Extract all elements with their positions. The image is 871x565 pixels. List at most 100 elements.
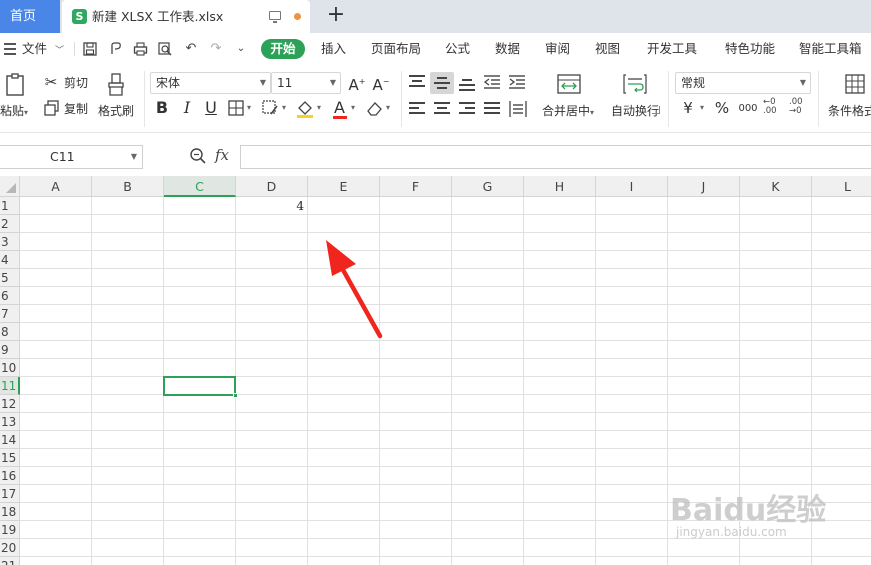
row-header-1[interactable]: 1 (0, 197, 20, 215)
copy-button[interactable]: 复制 (42, 99, 92, 117)
print-icon[interactable] (133, 42, 148, 56)
active-cell-selection[interactable] (163, 376, 238, 398)
font-size-select[interactable]: 11 ▼ (271, 72, 341, 94)
merge-center-button[interactable]: 合并居中▾ (538, 71, 602, 125)
underline-button[interactable]: U (202, 99, 220, 117)
paste-button[interactable]: 粘贴▾ (0, 71, 36, 125)
align-right-icon[interactable] (459, 102, 475, 116)
row-header-10[interactable]: 10 (0, 359, 20, 377)
row-header-11[interactable]: 11 (0, 377, 20, 395)
monitor-icon[interactable] (269, 11, 281, 23)
fill-handle[interactable] (233, 393, 238, 398)
undo-icon[interactable]: ↶ (184, 42, 198, 56)
row-header-14[interactable]: 14 (0, 431, 20, 449)
align-bottom-icon[interactable] (459, 79, 475, 91)
home-tab[interactable]: 首页 (0, 0, 60, 33)
row-header-2[interactable]: 2 (0, 215, 20, 233)
menu-tab-smart-toolbox[interactable]: 智能工具箱 (799, 33, 862, 65)
insert-function-icon[interactable]: fx (215, 146, 229, 164)
font-color-button[interactable]: A ▾ (332, 98, 360, 120)
distributed-align-icon[interactable] (509, 101, 527, 117)
align-left-icon[interactable] (409, 102, 425, 116)
column-header-a[interactable]: A (20, 176, 92, 197)
column-header-f[interactable]: F (380, 176, 452, 197)
column-header-c[interactable]: C (164, 176, 236, 197)
thousands-separator-button[interactable]: 000 (736, 100, 760, 118)
increase-indent-icon[interactable] (509, 75, 525, 89)
select-all-corner[interactable] (0, 176, 20, 197)
name-box[interactable]: C11 ▼ (0, 145, 143, 169)
redo-icon[interactable]: ↷ (209, 42, 223, 56)
conditional-format-button[interactable]: 条件格式 (824, 71, 871, 125)
increase-decimal-icon[interactable]: ←0.00 (763, 98, 785, 120)
row-header-6[interactable]: 6 (0, 287, 20, 305)
output-pdf-icon[interactable] (109, 42, 123, 56)
save-icon[interactable] (83, 42, 97, 56)
column-header-l[interactable]: L (812, 176, 871, 197)
menu-tab-view[interactable]: 视图 (595, 33, 620, 65)
justify-icon[interactable] (484, 102, 500, 116)
row-header-18[interactable]: 18 (0, 503, 20, 521)
column-header-g[interactable]: G (452, 176, 524, 197)
italic-button[interactable]: I (178, 99, 196, 117)
wrap-text-button[interactable]: 自动换行 (608, 71, 664, 125)
decrease-decimal-icon[interactable]: .00 →0 (789, 98, 811, 120)
row-header-16[interactable]: 16 (0, 467, 20, 485)
row-header-8[interactable]: 8 (0, 323, 20, 341)
row-header-5[interactable]: 5 (0, 269, 20, 287)
align-middle-icon[interactable] (434, 77, 450, 89)
fill-color-button[interactable]: ▾ (296, 100, 326, 120)
menu-tab-formulas[interactable]: 公式 (445, 33, 470, 65)
row-header-3[interactable]: 3 (0, 233, 20, 251)
row-header-4[interactable]: 4 (0, 251, 20, 269)
row-header-13[interactable]: 13 (0, 413, 20, 431)
document-tab[interactable]: S 新建 XLSX 工作表.xlsx (62, 0, 310, 33)
cell-style-button[interactable]: ▾ (262, 100, 290, 118)
increase-font-size-icon[interactable]: A+ (347, 73, 367, 94)
column-header-h[interactable]: H (524, 176, 596, 197)
column-header-b[interactable]: B (92, 176, 164, 197)
row-header-15[interactable]: 15 (0, 449, 20, 467)
clear-button[interactable]: ▾ (366, 100, 394, 118)
customize-toolbar-icon[interactable]: ⌄ (234, 42, 248, 56)
row-header-7[interactable]: 7 (0, 305, 20, 323)
row-header-17[interactable]: 17 (0, 485, 20, 503)
menu-tab-start[interactable]: 开始 (261, 39, 305, 59)
menu-tab-special-features[interactable]: 特色功能 (725, 33, 775, 65)
currency-format-button[interactable]: ¥ ▾ (680, 99, 708, 117)
decrease-font-size-icon[interactable]: A− (371, 73, 391, 94)
alignment-settings-icon[interactable] (652, 106, 660, 114)
row-header-21[interactable]: 21 (0, 557, 20, 565)
column-header-d[interactable]: D (236, 176, 308, 197)
row-header-12[interactable]: 12 (0, 395, 20, 413)
percent-format-button[interactable]: % (714, 99, 730, 117)
formula-input[interactable] (240, 145, 871, 169)
bold-button[interactable]: B (153, 99, 171, 117)
search-icon[interactable] (189, 147, 207, 165)
decrease-indent-icon[interactable] (483, 75, 500, 89)
menu-tab-insert[interactable]: 插入 (321, 33, 346, 65)
font-name-select[interactable]: 宋体 ▼ (150, 72, 271, 94)
menu-tab-data[interactable]: 数据 (495, 33, 520, 65)
align-center-icon[interactable] (434, 102, 450, 116)
column-header-e[interactable]: E (308, 176, 380, 197)
file-menu[interactable]: 文件 ﹀ (22, 33, 64, 67)
row-header-9[interactable]: 9 (0, 341, 20, 359)
column-header-i[interactable]: I (596, 176, 668, 197)
borders-button[interactable]: ▾ (228, 100, 256, 118)
format-painter-button[interactable]: 格式刷 (96, 71, 138, 125)
cut-button[interactable]: ✂ 剪切 (42, 73, 92, 91)
column-header-k[interactable]: K (740, 176, 812, 197)
cell-d1[interactable]: 4 (236, 197, 304, 215)
number-format-select[interactable]: 常规 ▼ (675, 72, 811, 94)
new-tab-button[interactable]: + (324, 4, 348, 28)
print-preview-icon[interactable] (158, 42, 172, 56)
row-header-19[interactable]: 19 (0, 521, 20, 539)
menu-icon[interactable] (4, 43, 16, 55)
row-header-20[interactable]: 20 (0, 539, 20, 557)
menu-tab-page-layout[interactable]: 页面布局 (371, 33, 421, 65)
unsaved-indicator-icon[interactable] (294, 13, 301, 20)
align-top-icon[interactable] (409, 75, 425, 89)
column-header-j[interactable]: J (668, 176, 740, 197)
menu-tab-developer[interactable]: 开发工具 (647, 33, 697, 65)
